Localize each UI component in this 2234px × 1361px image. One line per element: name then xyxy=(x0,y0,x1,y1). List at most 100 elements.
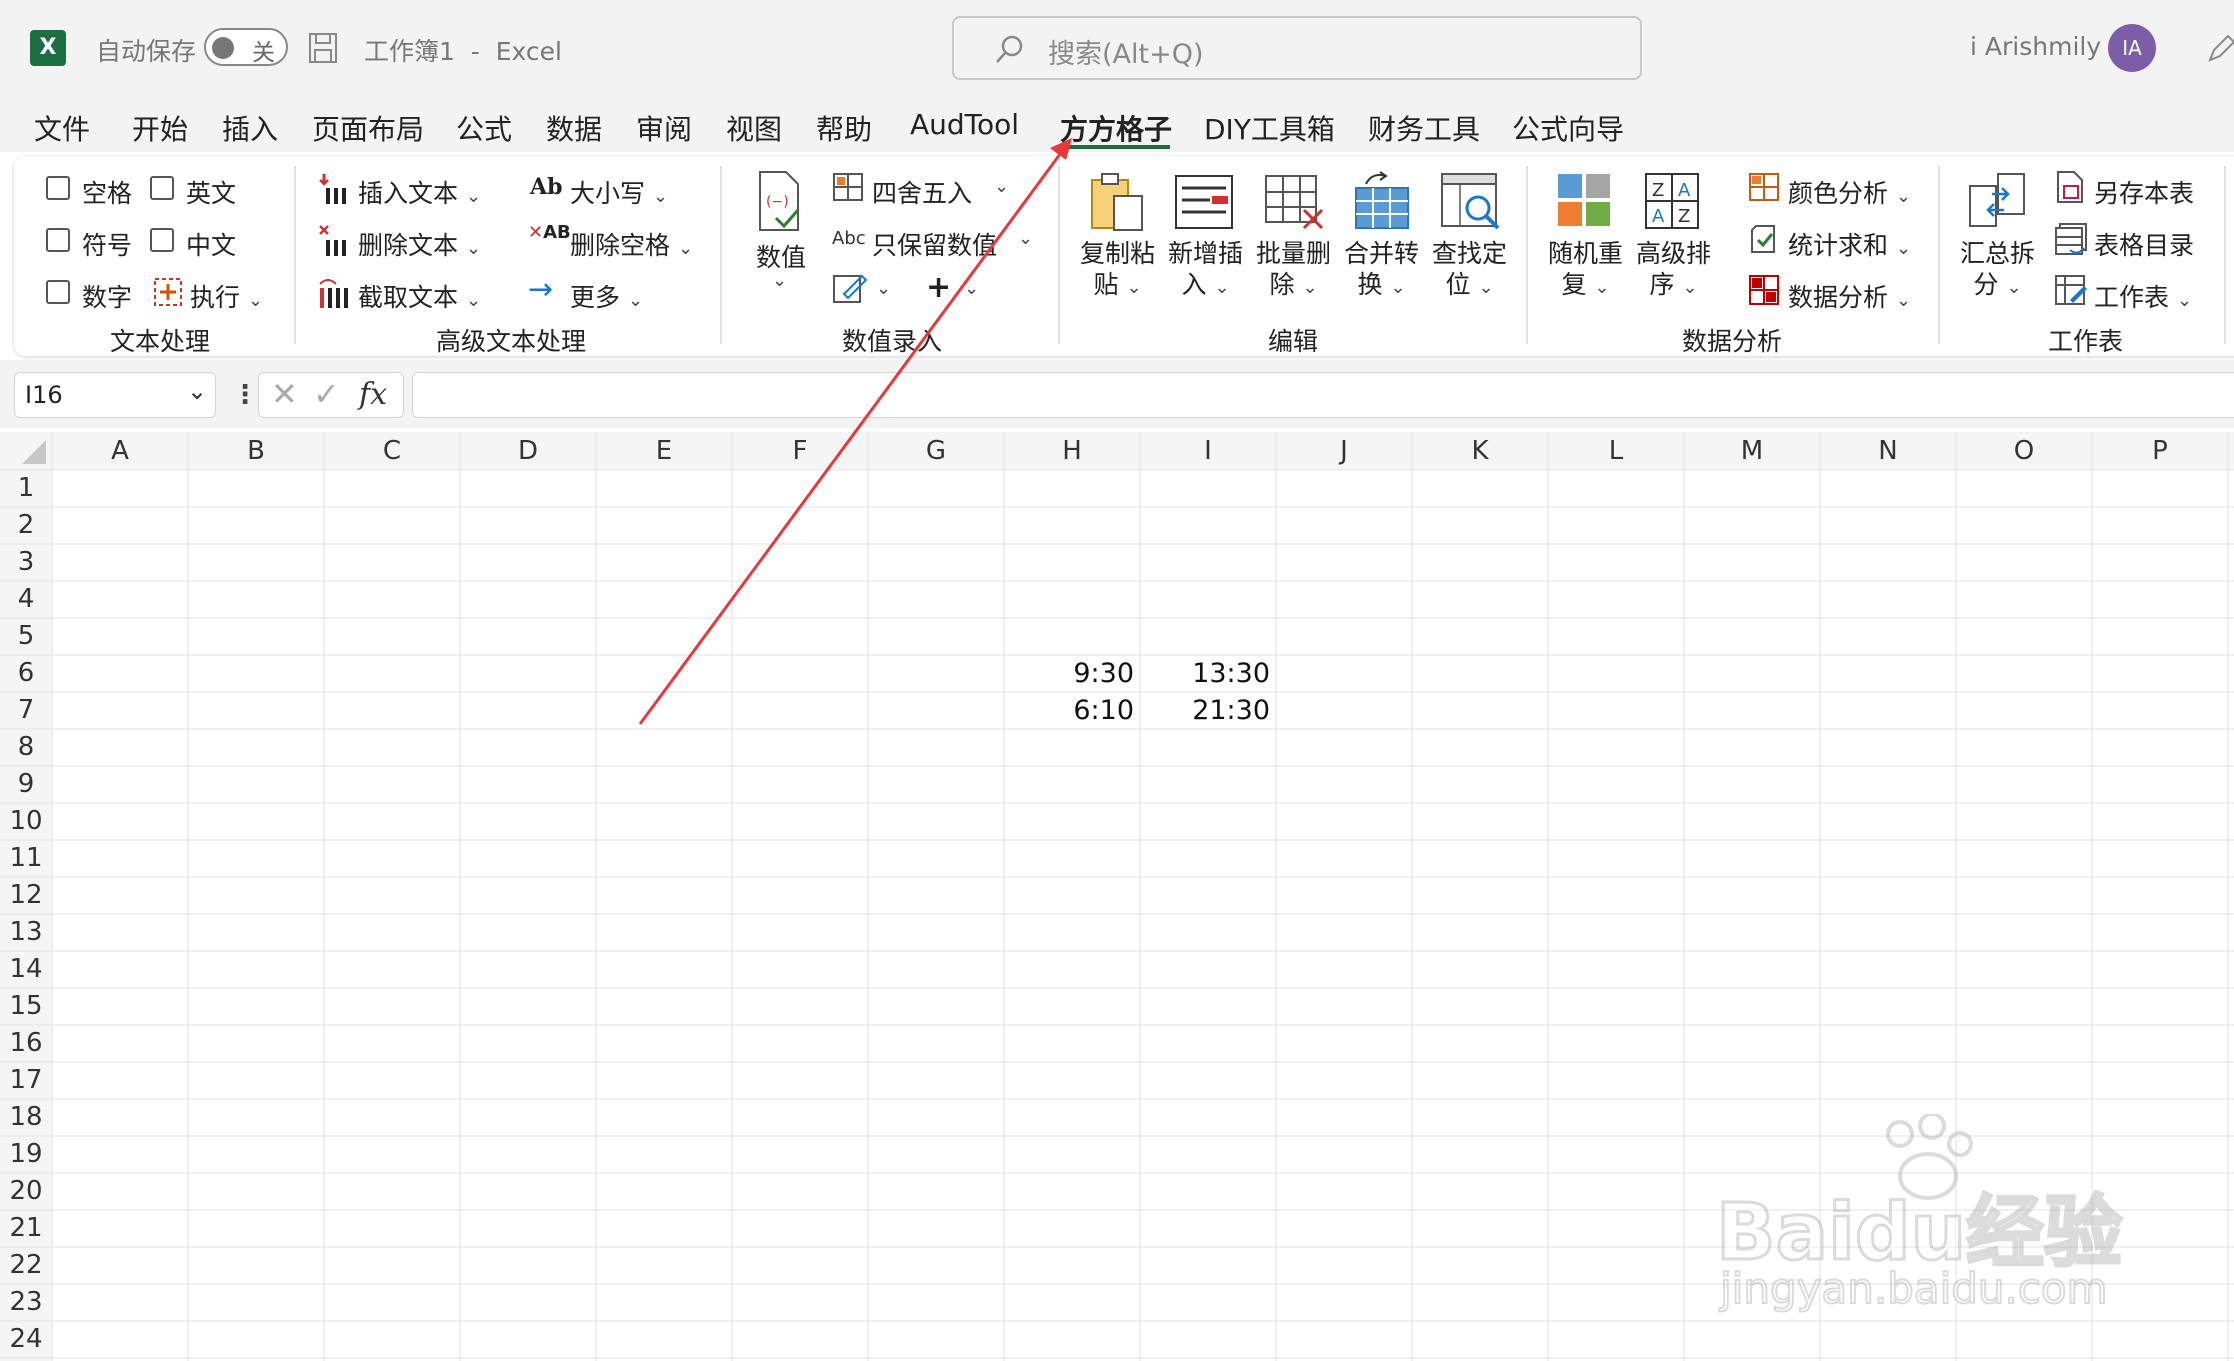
tab-formula-wizard[interactable]: 公式向导 xyxy=(1512,108,1624,148)
value-button[interactable]: 数值 xyxy=(756,238,806,274)
data-analysis-button[interactable]: 数据分析 ⌄ xyxy=(1788,278,1911,314)
row-header[interactable]: 10 xyxy=(0,803,52,840)
save-icon[interactable] xyxy=(308,32,338,64)
row-header[interactable]: 9 xyxy=(0,766,52,803)
round-button[interactable]: 四舍五入 xyxy=(872,174,972,210)
extract-text-button[interactable]: 截取文本 ⌄ xyxy=(358,278,481,314)
batch-delete-button[interactable]: 批量删除 ⌄ xyxy=(1256,238,1331,303)
more-button[interactable]: 更多 ⌄ xyxy=(570,278,643,314)
column-header[interactable]: D xyxy=(460,432,596,470)
column-header[interactable]: H xyxy=(1004,432,1140,470)
row-header[interactable]: 14 xyxy=(0,951,52,988)
tab-audtool[interactable]: AudTool xyxy=(910,108,1019,141)
case-button[interactable]: 大小写 ⌄ xyxy=(570,174,668,210)
cell-h7[interactable]: 6:10 xyxy=(1004,692,1134,729)
column-header[interactable]: M xyxy=(1684,432,1820,470)
execute-button[interactable]: 执行 ⌄ xyxy=(190,278,263,314)
sheet-button[interactable]: 工作表 ⌄ xyxy=(2094,278,2192,314)
row-header[interactable]: 23 xyxy=(0,1284,52,1321)
save-sheet-button[interactable]: 另存本表 xyxy=(2094,174,2194,210)
row-header[interactable]: 16 xyxy=(0,1025,52,1062)
column-header[interactable]: F xyxy=(732,432,868,470)
cancel-icon[interactable]: ✕ xyxy=(271,375,298,413)
row-header[interactable]: 20 xyxy=(0,1173,52,1210)
random-repeat-button[interactable]: 随机重复 ⌄ xyxy=(1548,238,1623,303)
row-header[interactable]: 11 xyxy=(0,840,52,877)
edit-form-icon[interactable] xyxy=(832,272,868,304)
delete-text-button[interactable]: 删除文本 ⌄ xyxy=(358,226,481,262)
row-header[interactable]: 17 xyxy=(0,1062,52,1099)
stat-sum-button[interactable]: 统计求和 ⌄ xyxy=(1788,226,1911,262)
cell-i7[interactable]: 21:30 xyxy=(1140,692,1270,729)
row-header[interactable]: 18 xyxy=(0,1099,52,1136)
color-analysis-button[interactable]: 颜色分析 ⌄ xyxy=(1788,174,1911,210)
column-header[interactable]: K xyxy=(1412,432,1548,470)
column-header[interactable]: A xyxy=(52,432,188,470)
chevron-down-icon[interactable]: ⌄ xyxy=(964,278,979,299)
search-box[interactable]: 搜索(Alt+Q) xyxy=(952,16,1642,80)
tab-fangfanggezi[interactable]: 方方格子 xyxy=(1060,108,1172,148)
column-header[interactable]: E xyxy=(596,432,732,470)
row-header[interactable]: 15 xyxy=(0,988,52,1025)
copy-paste-button[interactable]: 复制粘贴 ⌄ xyxy=(1080,238,1155,303)
chevron-down-icon[interactable]: ⌄ xyxy=(772,270,787,291)
tab-formulas[interactable]: 公式 xyxy=(456,108,512,148)
chevron-down-icon[interactable]: ⌄ xyxy=(187,377,207,405)
confirm-icon[interactable]: ✓ xyxy=(313,375,340,413)
row-header[interactable]: 13 xyxy=(0,914,52,951)
sheet-index-button[interactable]: 表格目录 xyxy=(2094,226,2194,262)
row-header[interactable]: 19 xyxy=(0,1136,52,1173)
tab-diy-toolbox[interactable]: DIY工具箱 xyxy=(1204,108,1335,148)
checkbox-number[interactable] xyxy=(46,280,70,304)
tab-finance-tools[interactable]: 财务工具 xyxy=(1368,108,1480,148)
row-header[interactable]: 1 xyxy=(0,470,52,507)
row-header[interactable]: 2 xyxy=(0,507,52,544)
summary-split-button[interactable]: 汇总拆分 ⌄ xyxy=(1960,238,2035,303)
execute-icon[interactable] xyxy=(152,276,184,308)
insert-function-icon[interactable]: fx xyxy=(359,377,387,412)
tab-review[interactable]: 审阅 xyxy=(636,108,692,148)
checkbox-symbol[interactable] xyxy=(46,228,70,252)
chevron-down-icon[interactable]: ⌄ xyxy=(1018,228,1033,249)
plus-icon[interactable]: + xyxy=(926,270,951,305)
name-box[interactable]: I16 ⌄ xyxy=(14,372,216,418)
row-header[interactable]: 4 xyxy=(0,581,52,618)
column-header[interactable]: J xyxy=(1276,432,1412,470)
row-header[interactable]: 3 xyxy=(0,544,52,581)
tab-home[interactable]: 开始 xyxy=(132,108,188,148)
row-header[interactable]: 22 xyxy=(0,1247,52,1284)
column-header[interactable]: O xyxy=(1956,432,2092,470)
tab-view[interactable]: 视图 xyxy=(726,108,782,148)
cell-i6[interactable]: 13:30 xyxy=(1140,655,1270,692)
column-header[interactable]: I xyxy=(1140,432,1276,470)
keep-value-button[interactable]: 只保留数值 xyxy=(872,226,997,262)
tab-page-layout[interactable]: 页面布局 xyxy=(312,108,424,148)
tab-insert[interactable]: 插入 xyxy=(222,108,278,148)
column-header[interactable]: L xyxy=(1548,432,1684,470)
checkbox-space[interactable] xyxy=(46,176,70,200)
column-header[interactable]: P xyxy=(2092,432,2228,470)
advanced-sort-button[interactable]: 高级排序 ⌄ xyxy=(1636,238,1711,303)
merge-convert-button[interactable]: 合并转换 ⌄ xyxy=(1344,238,1419,303)
row-header[interactable]: 21 xyxy=(0,1210,52,1247)
pen-icon[interactable] xyxy=(2206,32,2234,64)
row-header[interactable]: 5 xyxy=(0,618,52,655)
checkbox-chinese[interactable] xyxy=(150,228,174,252)
column-header[interactable]: N xyxy=(1820,432,1956,470)
tab-help[interactable]: 帮助 xyxy=(816,108,872,148)
row-header[interactable]: 8 xyxy=(0,729,52,766)
column-header[interactable]: C xyxy=(324,432,460,470)
insert-text-button[interactable]: 插入文本 ⌄ xyxy=(358,174,481,210)
tab-file[interactable]: 文件 xyxy=(34,108,90,148)
row-header[interactable]: 7 xyxy=(0,692,52,729)
column-header[interactable]: B xyxy=(188,432,324,470)
row-header[interactable]: 24 xyxy=(0,1321,52,1358)
column-header[interactable]: G xyxy=(868,432,1004,470)
formula-input[interactable] xyxy=(412,372,2234,418)
new-insert-button[interactable]: 新增插入 ⌄ xyxy=(1168,238,1243,303)
more-options-icon[interactable]: ⋮ xyxy=(232,380,258,410)
delete-space-button[interactable]: 删除空格 ⌄ xyxy=(570,226,693,262)
autosave-toggle[interactable]: 关 xyxy=(204,28,288,66)
avatar[interactable]: IA xyxy=(2108,24,2156,72)
find-locate-button[interactable]: 查找定位 ⌄ xyxy=(1432,238,1507,303)
